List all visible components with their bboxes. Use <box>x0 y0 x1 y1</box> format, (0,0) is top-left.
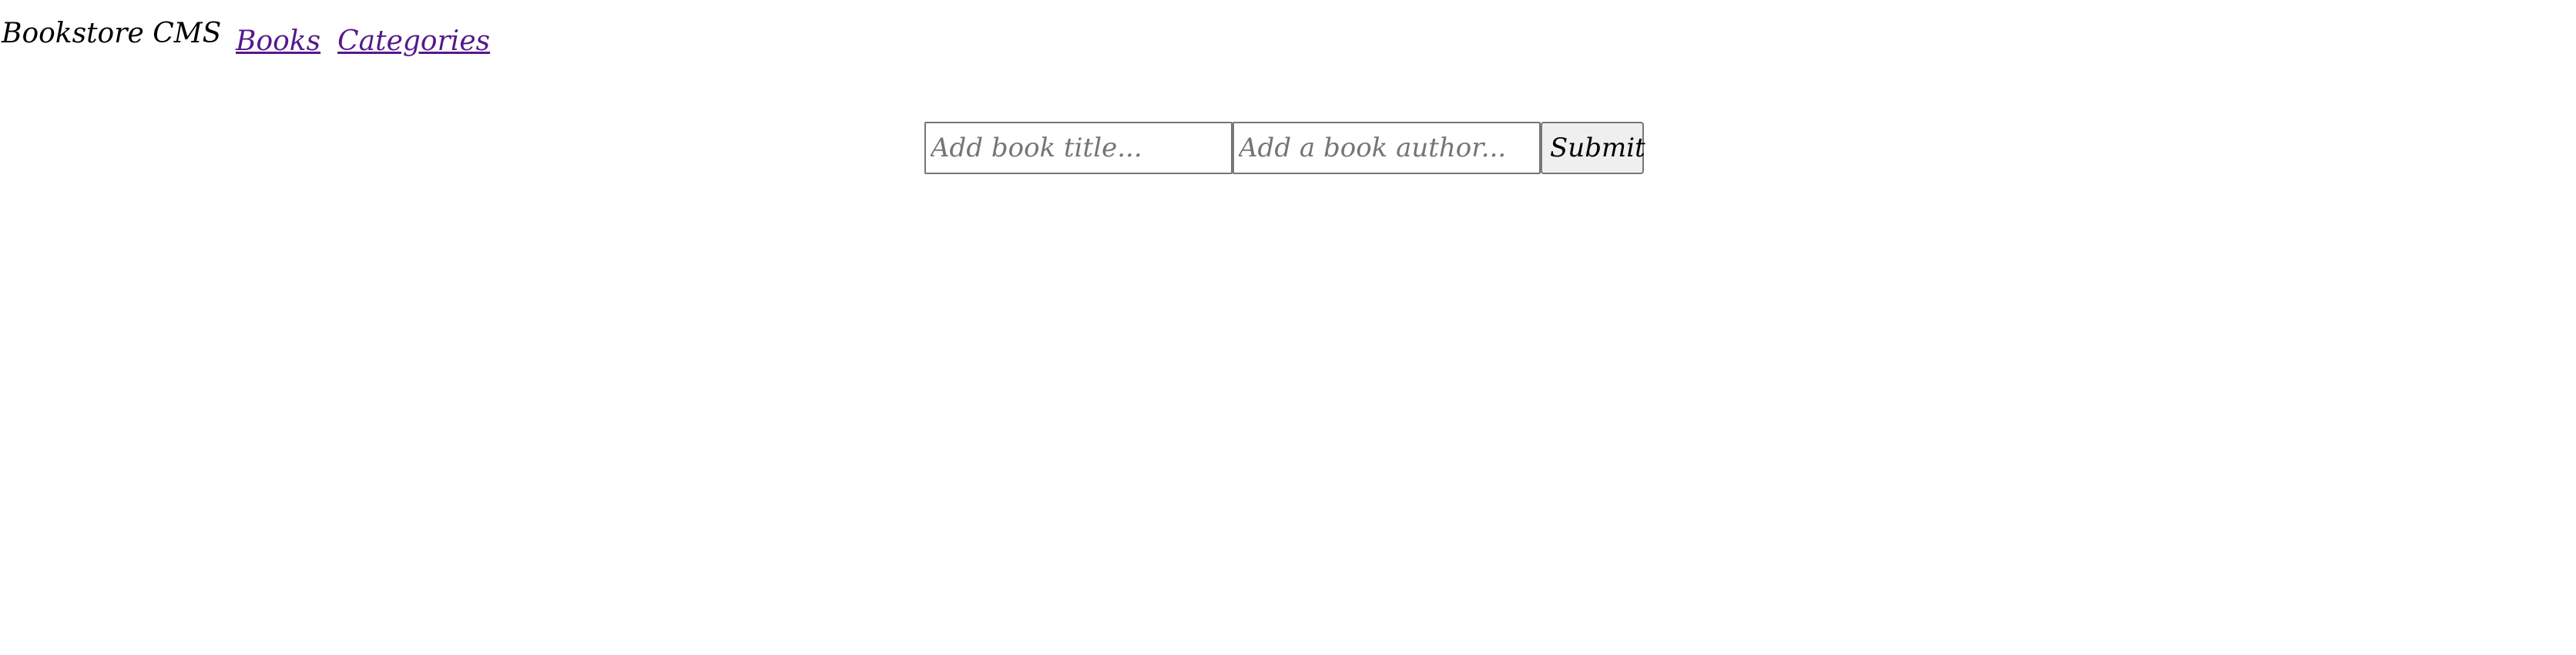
nav-link-categories[interactable]: Categories <box>337 28 490 55</box>
nav-link-books[interactable]: Books <box>236 28 320 55</box>
book-author-input[interactable] <box>1233 122 1541 174</box>
page-header: Bookstore CMS Books Categories <box>0 0 2576 85</box>
submit-button[interactable]: Submit <box>1541 122 1645 174</box>
brand-title: Bookstore CMS <box>2 18 222 49</box>
add-book-form: Submit <box>924 122 1645 174</box>
book-title-input[interactable] <box>924 122 1233 174</box>
main-nav: Books Categories <box>236 28 490 55</box>
